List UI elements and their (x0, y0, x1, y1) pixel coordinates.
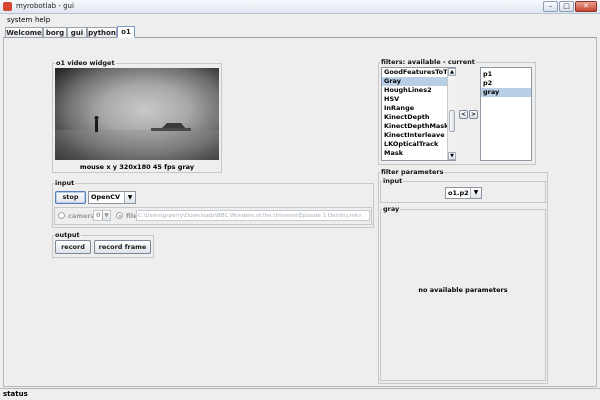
list-item[interactable]: HoughLines2 (382, 86, 455, 95)
list-item[interactable]: KinectDepthMask (382, 122, 455, 131)
capture-type-value: OpenCV (91, 193, 121, 201)
list-item[interactable]: GoodFeaturesToTrack (382, 68, 455, 77)
capture-type-select[interactable]: OpenCV ▼ (88, 191, 136, 204)
stop-button[interactable]: stop (55, 191, 86, 204)
camera-index-value: 0 (96, 211, 101, 219)
title-bar: myrobotlab - gui – □ ✕ (0, 0, 600, 14)
maximize-button[interactable]: □ (559, 1, 574, 12)
list-item[interactable]: Gray (382, 77, 455, 86)
remove-filter-button[interactable]: < (459, 110, 468, 119)
filter-input-value: o1.p2 (448, 189, 469, 197)
available-filters-scrollbar[interactable]: ▲ ▼ (447, 68, 456, 160)
minimize-button[interactable]: – (543, 1, 558, 12)
camera-radio[interactable] (58, 212, 65, 219)
filters-group-title: filters: available - current (380, 58, 476, 66)
no-params-message: no available parameters (418, 286, 508, 294)
camera-label: camera (68, 212, 96, 220)
record-button[interactable]: record (55, 240, 91, 254)
current-filters-list[interactable]: p1 p2 gray (480, 67, 532, 161)
chevron-down-icon: ▼ (470, 188, 481, 198)
list-item[interactable]: LKOpticalTrack (382, 140, 455, 149)
list-item[interactable]: p1 (481, 70, 531, 79)
gray-params-group (380, 209, 546, 381)
file-radio[interactable] (116, 212, 123, 219)
status-bar: status (0, 388, 600, 400)
menu-bar: system help (0, 14, 600, 26)
list-item[interactable]: Mask (382, 149, 455, 158)
app-icon (3, 2, 12, 11)
file-path-input[interactable]: C:\Users\grperry\Downloads\BBC.Wonders.o… (136, 210, 370, 221)
video-status: mouse x y 320x180 45 fps gray (79, 163, 195, 171)
list-item[interactable]: HSV (382, 95, 455, 104)
filter-input-select[interactable]: o1.p2 ▼ (445, 187, 482, 199)
chevron-down-icon: ▼ (124, 192, 135, 203)
status-text: status (3, 390, 28, 398)
window-title: myrobotlab - gui (16, 2, 74, 10)
close-button[interactable]: ✕ (575, 1, 597, 12)
available-filters-list[interactable]: GoodFeaturesToTrack Gray HoughLines2 HSV… (381, 67, 456, 161)
list-item[interactable]: KinectInterleave (382, 131, 455, 140)
add-filter-button[interactable]: > (469, 110, 478, 119)
video-frame-image (55, 116, 219, 160)
gray-params-title: gray (382, 205, 401, 213)
list-item[interactable]: p2 (481, 79, 531, 88)
list-item[interactable]: KinectDepth (382, 113, 455, 122)
scroll-thumb[interactable] (449, 110, 455, 132)
video-display[interactable] (55, 68, 219, 160)
video-widget-title: o1 video widget (55, 59, 116, 67)
filter-input-title: input (382, 177, 404, 185)
filter-parameters-title: filter parameters (380, 168, 445, 176)
file-path-text: C:\Users\grperry\Downloads\BBC.Wonders.o… (138, 213, 362, 219)
menu-system[interactable]: system (4, 15, 35, 25)
output-group-title: output (54, 231, 81, 239)
camera-index-select[interactable]: 0 ▼ (93, 210, 111, 221)
scroll-up-icon[interactable]: ▲ (448, 68, 456, 76)
list-item[interactable]: InRange (382, 104, 455, 113)
scroll-down-icon[interactable]: ▼ (448, 152, 456, 160)
input-group-title: input (54, 179, 76, 187)
tab-o1[interactable]: o1 (117, 26, 135, 38)
list-item[interactable]: gray (481, 88, 531, 97)
chevron-down-icon: ▼ (102, 211, 110, 220)
record-frame-button[interactable]: record frame (94, 240, 151, 254)
menu-help[interactable]: help (32, 15, 53, 25)
